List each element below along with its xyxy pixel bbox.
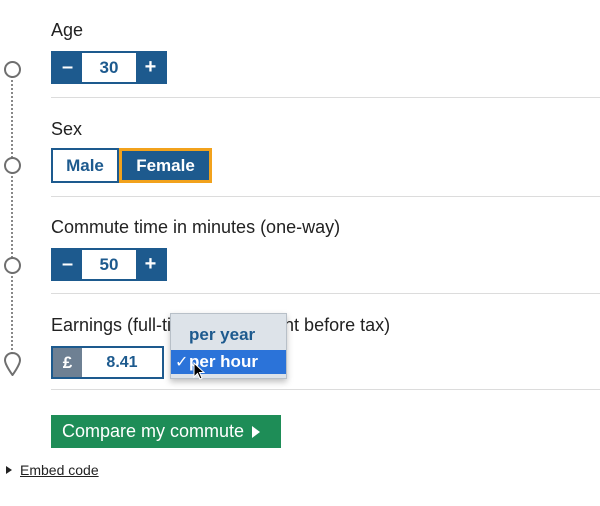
- period-dropdown: per year ✓ per hour: [170, 313, 287, 379]
- commute-section: Commute time in minutes (one-way) – 50 +: [51, 197, 600, 294]
- age-label: Age: [51, 20, 84, 40]
- location-pin-icon: [4, 352, 21, 376]
- commute-value[interactable]: 50: [82, 250, 136, 279]
- age-stepper: – 30 +: [51, 51, 167, 84]
- earnings-label-end: nt before tax): [284, 315, 391, 335]
- commute-label: Commute time in minutes (one-way): [51, 217, 341, 237]
- timeline-line: [11, 68, 13, 358]
- sex-toggle: Male Female: [51, 148, 212, 183]
- commute-increment-button[interactable]: +: [136, 250, 165, 279]
- commute-decrement-button[interactable]: –: [53, 250, 82, 279]
- earnings-input: £ 8.41: [51, 346, 164, 379]
- sex-label: Sex: [51, 119, 83, 139]
- age-decrement-button[interactable]: –: [53, 53, 82, 82]
- mouse-cursor-icon: [193, 362, 205, 380]
- checkmark-icon: ✓: [175, 354, 189, 371]
- age-section: Age – 30 +: [51, 0, 600, 98]
- age-value[interactable]: 30: [82, 53, 136, 82]
- age-increment-button[interactable]: +: [136, 53, 165, 82]
- period-option-year[interactable]: per year: [171, 323, 286, 347]
- commute-stepper: – 50 +: [51, 248, 167, 281]
- embed-code-link[interactable]: Embed code: [20, 462, 99, 478]
- timeline-node-age: [4, 61, 21, 78]
- disclosure-triangle-icon: [6, 466, 12, 474]
- timeline-node-commute: [4, 257, 21, 274]
- arrow-right-icon: [252, 425, 261, 438]
- currency-symbol: £: [53, 348, 82, 377]
- earnings-label-start: Earnings (full-ti: [51, 315, 172, 335]
- embed-code-toggle[interactable]: Embed code: [6, 462, 99, 478]
- male-button[interactable]: Male: [51, 148, 119, 183]
- earnings-value[interactable]: 8.41: [82, 348, 162, 377]
- compare-button[interactable]: Compare my commute: [51, 415, 281, 448]
- compare-button-label: Compare my commute: [62, 421, 245, 441]
- female-button[interactable]: Female: [119, 148, 212, 183]
- period-option-hour[interactable]: ✓ per hour: [171, 350, 286, 374]
- timeline-node-sex: [4, 157, 21, 174]
